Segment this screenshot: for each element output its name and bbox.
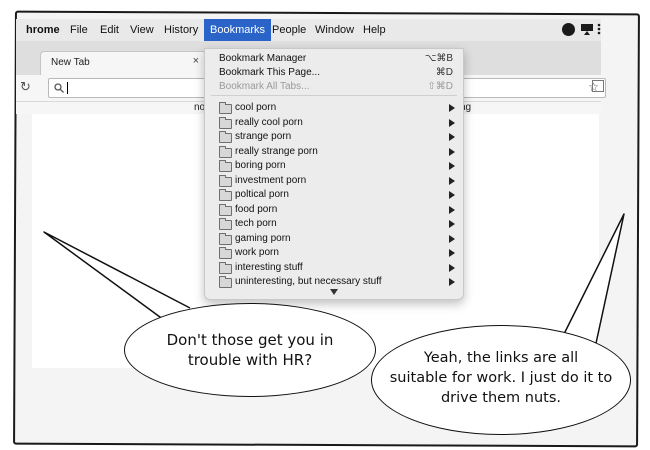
speech-bubble-left: Don't those get you in trouble with HR?	[124, 303, 376, 397]
bubble-line: suitable for work. I just do it to	[389, 370, 613, 386]
bubble-line: Don't those get you in	[166, 331, 334, 349]
bubble-line: Yeah, the links are all	[423, 350, 579, 366]
speech-bubble-right: Yeah, the links are all suitable for wor…	[371, 325, 631, 435]
bubble-line: drive them nuts.	[440, 390, 562, 406]
bubble-line: trouble with HR?	[187, 351, 313, 369]
